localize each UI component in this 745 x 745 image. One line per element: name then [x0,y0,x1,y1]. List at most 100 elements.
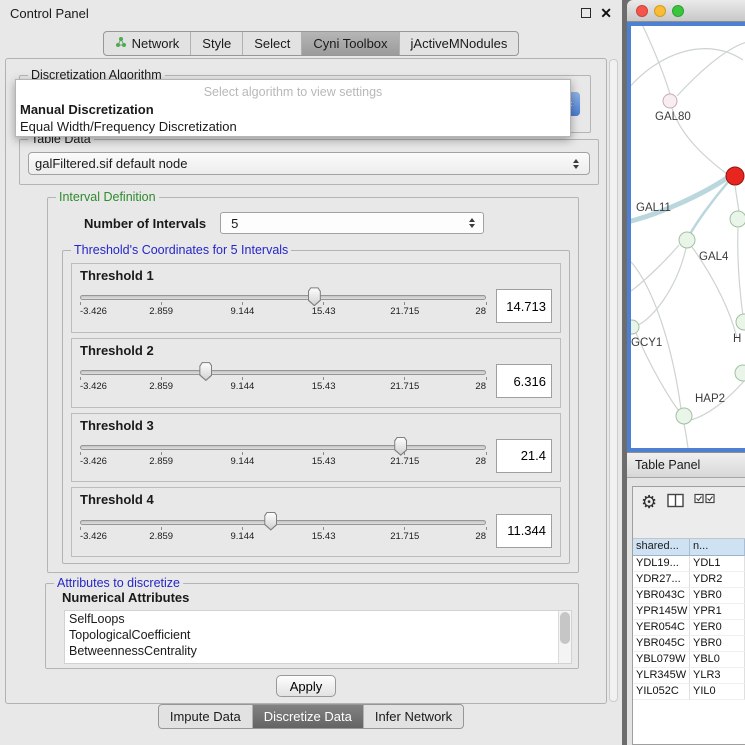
scale-tick [486,302,487,305]
tab-style[interactable]: Style [190,32,242,55]
num-intervals-spinner[interactable]: 5 [220,212,484,234]
combobox-updown-icon[interactable] [569,159,583,169]
threshold-1-slider[interactable]: -3.4262.8599.14415.4321.71528 [80,287,486,327]
tab-select[interactable]: Select [242,32,301,55]
slider-track[interactable] [80,370,486,375]
network-node[interactable] [735,365,745,381]
threshold-3-slider[interactable]: -3.4262.8599.14415.4321.71528 [80,437,486,477]
table-row[interactable]: YLR345WYLR3 [633,668,745,684]
tab-impute-data[interactable]: Impute Data [159,705,252,728]
table-row[interactable]: YBR045CYBR0 [633,636,745,652]
table-cell: YIL052C [633,684,690,700]
slider-track[interactable] [80,295,486,300]
select-columns-icon[interactable] [694,493,715,504]
threshold-1-value-input[interactable] [496,289,552,323]
threshold-2-slider[interactable]: -3.4262.8599.14415.4321.71528 [80,362,486,402]
table-row[interactable]: YDR27...YDR2 [633,572,745,588]
mac-minimize-button[interactable] [654,5,666,17]
scale-label: 9.144 [231,306,255,317]
network-node-label-h: H [733,333,741,345]
scale-tick [323,527,324,530]
dropdown-option-manual-discretization[interactable]: Manual Discretization [16,99,570,118]
numerical-attributes-label: Numerical Attributes [62,590,189,605]
node-table: ⚙ shared...n... YDL19...YDL1YDR27...YDR2… [632,486,745,745]
number-of-intervals-row: Number of Intervals 5 [48,212,578,234]
interval-definition-group: Interval Definition Number of Intervals … [47,197,579,573]
threshold-row: -3.4262.8599.14415.4321.71528 [80,358,552,405]
threshold-2-value-input[interactable] [496,364,552,398]
threshold-2-box: Threshold 2-3.4262.8599.14415.4321.71528 [71,338,561,408]
network-node[interactable] [736,314,745,330]
thresholds-group-title: Threshold's Coordinates for 5 Intervals [71,243,291,257]
mac-close-button[interactable] [636,5,648,17]
threshold-4-slider[interactable]: -3.4262.8599.14415.4321.71528 [80,512,486,552]
network-window: GAL80GAL11GAL4GCY1HHAP2 [627,0,745,452]
tab-cyni-toolbox[interactable]: Cyni Toolbox [301,32,398,55]
control-panel-scrollbar[interactable] [609,59,618,702]
slider-thumb[interactable] [308,287,321,306]
dropdown-options: Manual DiscretizationEqual Width/Frequen… [16,99,570,135]
scale-tick [161,452,162,455]
table-row[interactable]: YIL052CYIL0 [633,684,745,700]
control-panel-titlebar: Control Panel ✕ [0,0,622,26]
mac-zoom-button[interactable] [672,5,684,17]
tab-label: Discretize Data [264,709,352,724]
slider-track[interactable] [80,445,486,450]
network-canvas[interactable]: GAL80GAL11GAL4GCY1HHAP2 [631,26,745,448]
threshold-4-value-input[interactable] [496,514,552,548]
tab-label: jActiveMNodules [411,36,508,51]
apply-button[interactable]: Apply [276,675,336,697]
network-node[interactable] [676,408,692,424]
attributes-scrollbar[interactable] [558,611,571,663]
columns-icon[interactable] [667,493,684,508]
scale-label: 28 [475,306,486,317]
table-row[interactable]: YBR043CYBR0 [633,588,745,604]
tab-discretize-data[interactable]: Discretize Data [252,705,363,728]
dropdown-option-equal-width-frequency-discretization[interactable]: Equal Width/Frequency Discretization [16,118,570,135]
column-header-name[interactable]: n... [690,539,745,556]
slider-track[interactable] [80,520,486,525]
network-graph[interactable]: GAL80GAL11GAL4GCY1HHAP2 [631,26,745,448]
network-node[interactable] [730,211,745,227]
network-node[interactable] [663,94,677,108]
threshold-label: Threshold 1 [80,268,552,283]
table-cell: YLR3 [690,668,745,684]
num-intervals-value: 5 [221,216,465,231]
column-header-shared-name[interactable]: shared... [633,539,690,556]
interval-group-title: Interval Definition [56,190,159,204]
spinner-updown-icon[interactable] [465,218,479,228]
scale-label: 15.43 [312,306,336,317]
tab-infer-network[interactable]: Infer Network [363,705,463,728]
tab-label: Style [202,36,231,51]
scale-tick [242,302,243,305]
top-tab-bar: Network Style SelectCyni Toolbox jActiveMNo… [103,31,520,56]
tab-jactivemnodules[interactable]: jActiveMNodules [399,32,519,55]
network-node-selected[interactable] [726,167,744,185]
threshold-3-value-input[interactable] [496,439,552,473]
list-item-betweennesscentrality[interactable]: BetweennessCentrality [65,643,571,659]
table-row[interactable]: YPR145WYPR1 [633,604,745,620]
attributes-group-title: Attributes to discretize [54,576,183,590]
close-icon[interactable]: ✕ [600,8,612,18]
slider-thumb[interactable] [264,512,277,531]
scale-label: 2.859 [149,306,173,317]
table-row[interactable]: YER054CYER0 [633,620,745,636]
list-item-topologicalcoefficient[interactable]: TopologicalCoefficient [65,627,571,643]
gear-icon[interactable]: ⚙ [641,493,657,511]
table-data-combobox[interactable]: galFiltered.sif default node [28,152,590,175]
table-row[interactable]: YBL079WYBL0 [633,652,745,668]
network-node[interactable] [631,320,639,334]
float-window-icon[interactable] [581,8,591,18]
table-header-row: shared...n... [633,539,745,556]
slider-thumb[interactable] [199,362,212,381]
tab-network[interactable]: Network [104,32,191,55]
slider-thumb-face [200,363,211,380]
network-view-frame: GAL80GAL11GAL4GCY1HHAP2 [627,22,745,452]
list-item-selfloops[interactable]: SelfLoops [65,611,571,627]
scrollbar-thumb[interactable] [560,612,570,644]
table-cell: YLR345W [633,668,690,684]
bottom-tab-bar: Impute Data Discretize Data Infer Network [158,704,464,729]
threshold-4-box: Threshold 4-3.4262.8599.14415.4321.71528 [71,487,561,557]
network-node[interactable] [679,232,695,248]
table-row[interactable]: YDL19...YDL1 [633,556,745,572]
